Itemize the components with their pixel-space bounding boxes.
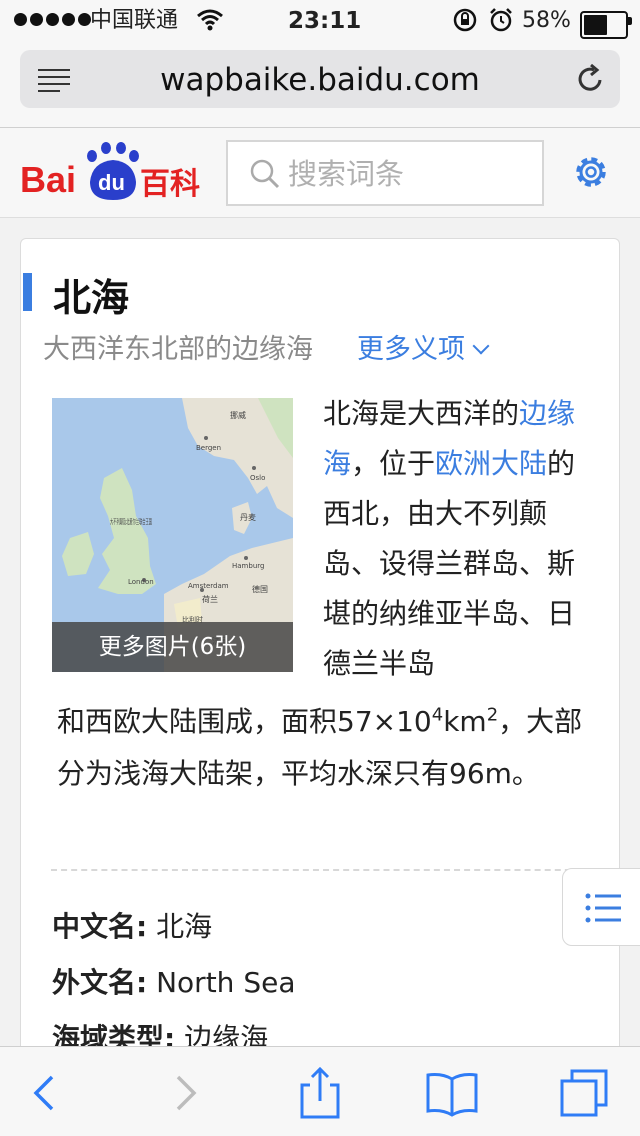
baidu-baike-logo[interactable]: Bai du 百科 <box>20 136 205 208</box>
map-label: 丹麦 <box>240 512 256 522</box>
signal-strength-icon <box>14 13 91 41</box>
superscript: 2 <box>486 704 499 726</box>
intro-text: 北海是大西洋的 <box>323 397 520 430</box>
intro-text: km <box>443 705 487 738</box>
intro-paragraph-continued: 和西欧大陆围成，面积57×104km2，大部分为浅海大陆架，平均水深只有96m。 <box>57 696 597 800</box>
info-row: 外文名: North Sea <box>52 961 295 1001</box>
baike-header: Bai du 百科 <box>0 128 640 218</box>
section-divider <box>51 869 591 871</box>
title-accent-bar <box>23 273 32 311</box>
gear-icon[interactable] <box>571 152 611 192</box>
status-bar: 中国联通 23:11 58% <box>0 0 640 40</box>
page-title: 北海 <box>53 276 130 320</box>
address-bar[interactable]: wapbaike.baidu.com <box>20 50 620 108</box>
back-icon[interactable] <box>18 1065 74 1121</box>
intro-text: 的西北，由大不列颠岛、设得兰群岛、斯堪的纳维亚半岛、日德兰半岛 <box>323 447 576 680</box>
article-card: 北海 大西洋东北部的边缘海 更多义项 挪威 大不列颠及北爱尔兰联合王国 <box>20 238 620 1058</box>
info-value: 北海 <box>156 910 213 943</box>
info-value: North Sea <box>156 966 296 999</box>
map-label: Oslo <box>250 474 265 482</box>
battery-percent: 58% <box>522 8 571 33</box>
browser-toolbar <box>0 1046 640 1136</box>
chevron-down-icon <box>472 337 490 355</box>
map-label: Amsterdam <box>188 582 229 590</box>
intro-paragraph-wrapped: 北海是大西洋的边缘海，位于欧洲大陆的西北，由大不列颠岛、设得兰群岛、斯堪的纳维亚… <box>323 389 585 689</box>
search-box[interactable] <box>226 140 544 206</box>
url-text[interactable]: wapbaike.baidu.com <box>20 62 620 98</box>
search-icon <box>250 159 280 189</box>
svg-text:du: du <box>98 170 125 195</box>
info-key: 中文名: <box>52 910 148 943</box>
map-label: 德国 <box>252 584 268 594</box>
map-label: 荷兰 <box>202 594 218 604</box>
intro-text: ，位于 <box>351 447 436 480</box>
map-label: London <box>128 578 154 586</box>
table-of-contents-button[interactable] <box>562 868 640 946</box>
svg-text:百科: 百科 <box>140 167 200 202</box>
tabs-icon[interactable] <box>556 1065 612 1121</box>
list-icon <box>585 893 621 923</box>
more-images-caption[interactable]: 更多图片(6张) <box>52 622 293 672</box>
article-image[interactable]: 挪威 大不列颠及北爱尔兰联合王国 德国 荷兰 丹麦 法国 比利时 London … <box>52 398 293 672</box>
reload-icon[interactable] <box>576 64 606 94</box>
info-key: 外文名: <box>52 966 148 999</box>
wifi-icon <box>196 7 224 35</box>
alarm-icon <box>488 7 514 35</box>
map-label: 大不列颠及北爱尔兰联合王国 <box>110 517 152 526</box>
page-subtitle: 大西洋东北部的边缘海 <box>43 334 313 365</box>
share-icon[interactable] <box>292 1065 348 1121</box>
forward-icon[interactable] <box>156 1065 212 1121</box>
superscript: 4 <box>431 704 444 726</box>
info-row: 中文名: 北海 <box>52 905 212 945</box>
link-europe-continent[interactable]: 欧洲大陆 <box>435 447 547 480</box>
map-label: 挪威 <box>230 410 246 420</box>
bookmarks-icon[interactable] <box>424 1065 480 1121</box>
intro-text: 和西欧大陆围成，面积57×10 <box>57 705 432 738</box>
clock: 23:11 <box>288 8 362 34</box>
svg-text:Bai: Bai <box>20 159 76 200</box>
map-label: Hamburg <box>232 562 264 570</box>
battery-icon <box>580 11 632 39</box>
search-input[interactable] <box>288 152 528 196</box>
carrier-name: 中国联通 <box>90 8 179 33</box>
more-senses-link[interactable]: 更多义项 <box>357 327 490 366</box>
rotation-lock-icon <box>452 7 478 35</box>
browser-address-area: wapbaike.baidu.com <box>0 40 640 128</box>
more-senses-label: 更多义项 <box>357 334 465 365</box>
map-label: Bergen <box>196 444 221 452</box>
